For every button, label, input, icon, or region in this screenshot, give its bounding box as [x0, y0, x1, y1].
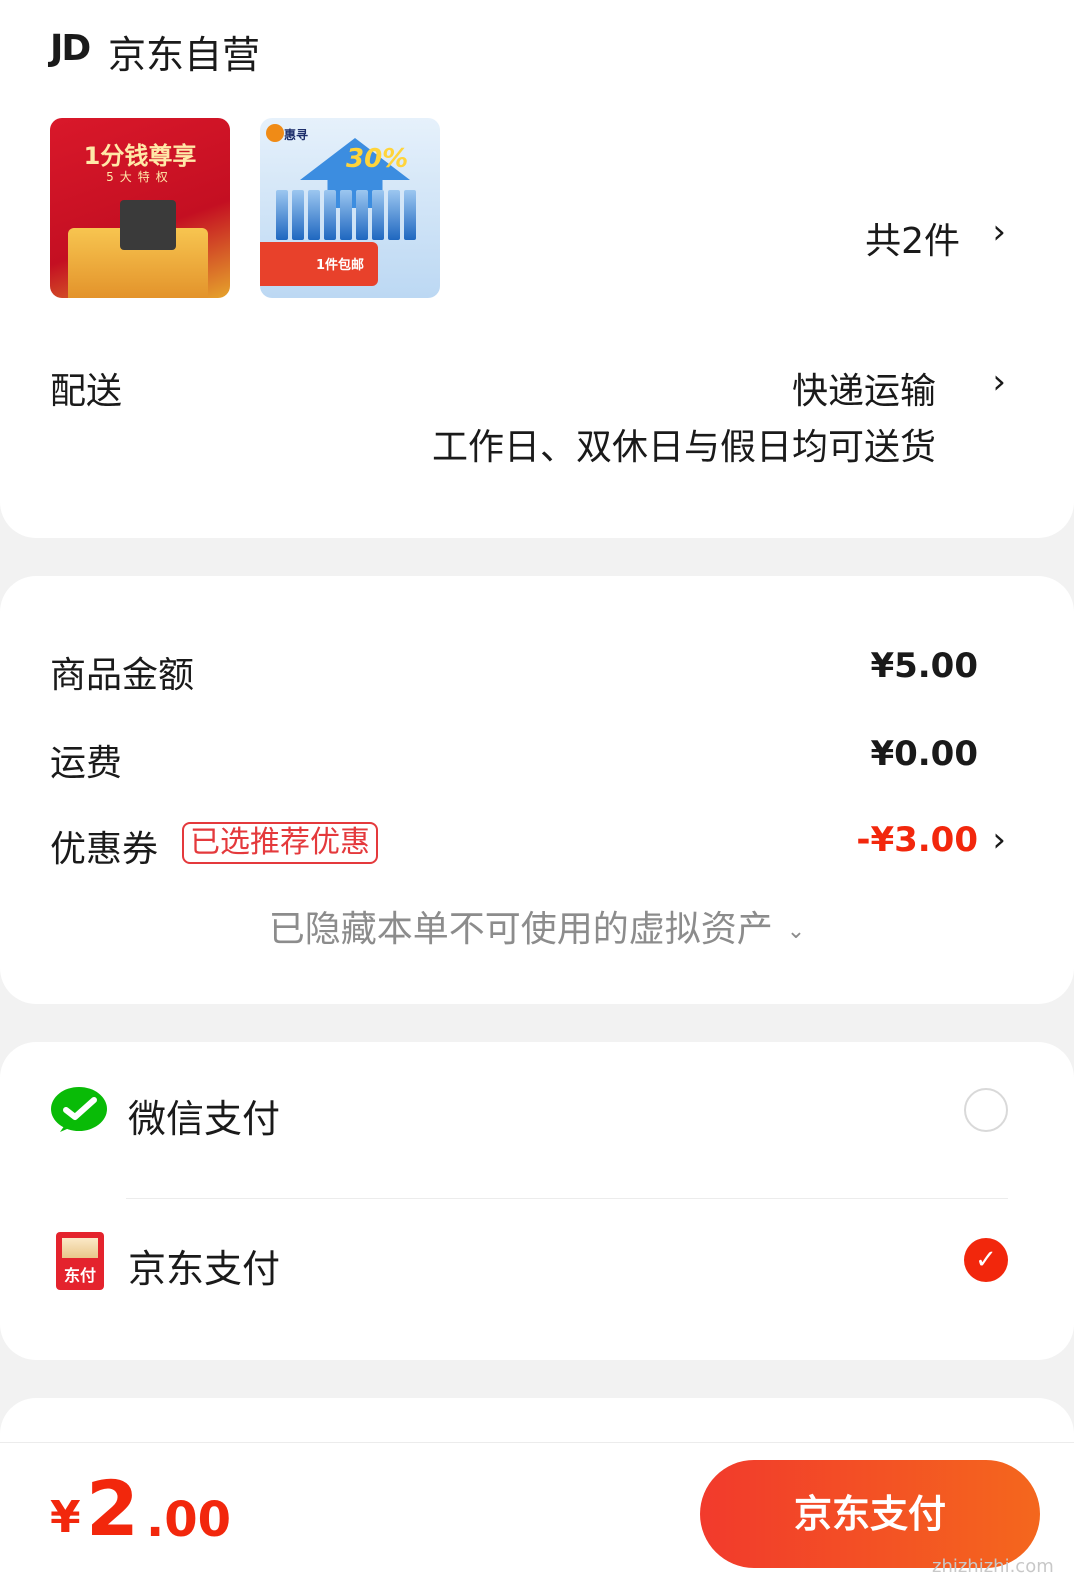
freight-label: 运费	[50, 743, 123, 784]
chevron-right-icon[interactable]: ›	[992, 820, 1006, 860]
jd-pay-icon-text: 东付	[63, 1266, 96, 1285]
item-count[interactable]: 共2件	[865, 212, 960, 264]
product-thumbnail-1[interactable]: 1分钱尊享 5大特权	[50, 118, 230, 298]
chevron-down-icon: ⌄	[786, 918, 806, 944]
jd-pay-icon: 东付	[56, 1232, 104, 1290]
hidden-assets-toggle[interactable]: 已隐藏本单不可使用的虚拟资产 ⌄	[0, 900, 1074, 952]
thumb2-brand: 惠寻	[284, 128, 309, 142]
battery-graphic	[292, 190, 304, 240]
wechat-pay-icon	[51, 1087, 107, 1132]
thumb2-percent: 30%	[346, 144, 409, 174]
jd-logo: JD	[50, 28, 91, 69]
battery-graphic	[308, 190, 320, 240]
appliance-graphic	[120, 200, 176, 250]
battery-graphic	[356, 190, 368, 240]
battery-graphic	[324, 190, 336, 240]
total-amount-decimal: .00	[146, 1492, 232, 1548]
freight-value: ¥0.00	[870, 734, 978, 774]
goods-amount-value: ¥5.00	[870, 646, 978, 686]
goods-amount-label: 商品金额	[50, 655, 195, 696]
total-currency: ¥	[50, 1492, 81, 1543]
divider	[126, 1198, 1008, 1199]
pay-button[interactable]: 京东支付	[700, 1460, 1040, 1568]
coupon-value[interactable]: -¥3.00	[856, 820, 978, 860]
battery-graphic	[340, 190, 352, 240]
coupon-label: 优惠券	[50, 829, 159, 870]
jd-pay-radio-checked[interactable]: ✓	[964, 1238, 1008, 1282]
shipping-note: 工作日、双休日与假日均可送货	[431, 427, 936, 468]
chevron-right-icon[interactable]: ›	[992, 212, 1006, 252]
product-thumbnail-2[interactable]: 惠寻 30% 1件包邮	[260, 118, 440, 298]
site-watermark: zhizhizhi.com	[932, 1556, 1054, 1577]
chevron-right-icon[interactable]: ›	[992, 362, 1006, 402]
shipping-method[interactable]: 快递运输	[792, 362, 936, 414]
battery-graphic	[372, 190, 384, 240]
store-name: 京东自营	[108, 33, 261, 77]
brand-logo-icon	[266, 124, 284, 142]
battery-graphic	[388, 190, 400, 240]
jd-pay-label[interactable]: 京东支付	[128, 1238, 280, 1293]
total-amount-integer: 2	[86, 1464, 139, 1553]
wechat-pay-radio[interactable]	[964, 1088, 1008, 1132]
battery-graphic	[276, 190, 288, 240]
thumb1-title: 1分钱尊享	[83, 142, 197, 170]
coupon-badge: 已选推荐优惠	[182, 822, 378, 864]
thumb1-subtitle: 5大特权	[106, 170, 174, 184]
hidden-assets-text: 已隐藏本单不可使用的虚拟资产	[268, 909, 773, 950]
shipping-label: 配送	[50, 371, 123, 412]
battery-graphic	[404, 190, 416, 240]
promo-tag-text: 1件包邮	[316, 258, 365, 273]
wechat-pay-label[interactable]: 微信支付	[128, 1088, 280, 1143]
